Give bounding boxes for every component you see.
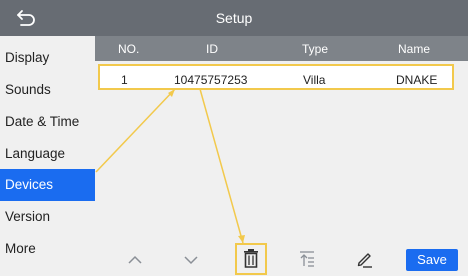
- sidebar-item-date-time[interactable]: Date & Time: [0, 106, 95, 138]
- device-list: [95, 61, 468, 276]
- edit-icon[interactable]: [351, 246, 377, 272]
- column-header-name: Name: [398, 42, 431, 56]
- delete-button[interactable]: [235, 243, 267, 275]
- cell-no: 1: [121, 73, 128, 87]
- cell-type: Villa: [303, 73, 326, 87]
- table-header: NO. ID Type Name: [95, 36, 468, 61]
- sidebar-item-language[interactable]: Language: [0, 138, 95, 170]
- sidebar-item-version[interactable]: Version: [0, 201, 95, 233]
- column-header-id: ID: [206, 42, 218, 56]
- title-bar: Setup: [0, 0, 468, 36]
- column-header-no: NO.: [118, 42, 140, 56]
- column-header-type: Type: [302, 42, 329, 56]
- up-arrow-icon[interactable]: [122, 246, 148, 272]
- sidebar-item-more[interactable]: More: [0, 233, 95, 265]
- cell-id: 10475757253: [174, 73, 248, 87]
- page-title: Setup: [215, 10, 253, 26]
- trash-icon: [244, 249, 258, 268]
- sidebar-item-devices[interactable]: Devices: [0, 169, 95, 201]
- down-arrow-icon[interactable]: [178, 246, 204, 272]
- table-row[interactable]: 1 10475757253 Villa DNAKE: [98, 64, 454, 90]
- cell-name: DNAKE: [396, 73, 438, 87]
- sidebar-item-sounds[interactable]: Sounds: [0, 74, 95, 106]
- sidebar-item-display[interactable]: Display: [0, 42, 95, 74]
- move-to-top-icon[interactable]: [294, 246, 320, 272]
- save-button[interactable]: Save: [406, 249, 458, 271]
